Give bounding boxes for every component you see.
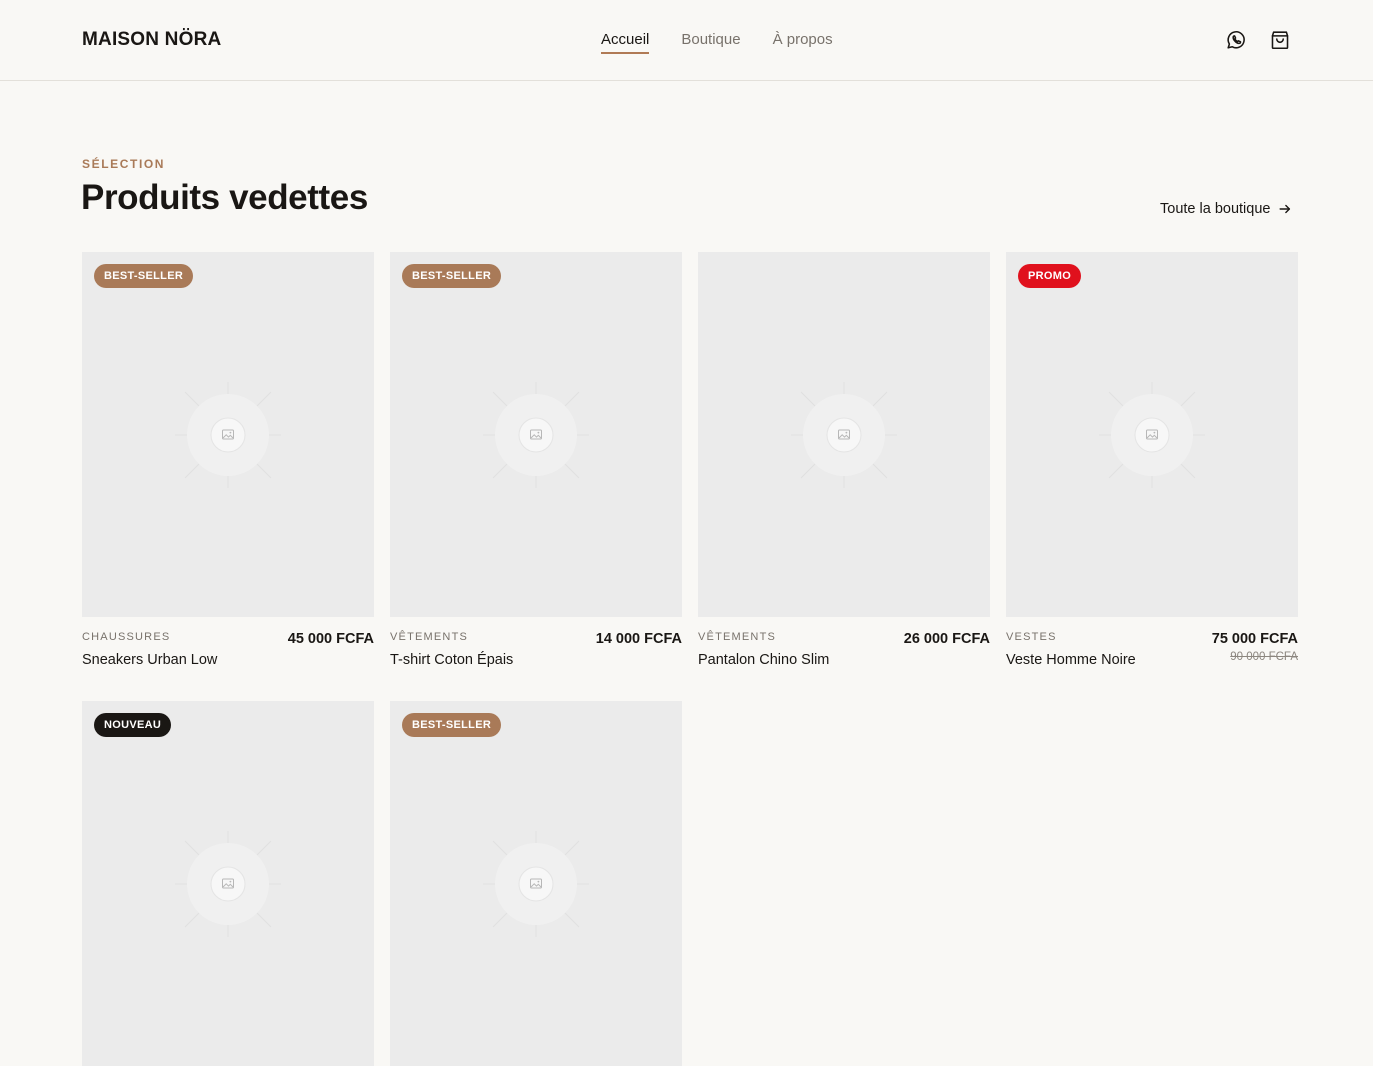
product-meta: VESTES Veste Homme Noire 75 000 FCFA 90 0…: [1006, 617, 1298, 677]
product-card[interactable]: BEST-SELLER VÊTEMENTS T-shirt Coton Épai…: [390, 252, 682, 677]
nav-item-accueil[interactable]: Accueil: [601, 31, 650, 54]
arrow-right-icon: [1278, 202, 1292, 216]
section-eyebrow: SÉLECTION: [82, 157, 166, 171]
image-placeholder-icon: [791, 382, 897, 488]
product-card[interactable]: VÊTEMENTS Pantalon Chino Slim 26 000 FCF…: [698, 252, 990, 677]
product-name[interactable]: T-shirt Coton Épais: [390, 652, 513, 668]
product-category: VÊTEMENTS: [698, 631, 777, 643]
product-badge: BEST-SELLER: [402, 713, 502, 737]
product-price: 75 000 FCFA: [1211, 631, 1298, 647]
product-image[interactable]: [698, 252, 990, 617]
product-image[interactable]: PROMO: [1006, 252, 1298, 617]
product-badge: BEST-SELLER: [402, 264, 502, 288]
site-header: MAISON NÖRA Accueil Boutique À propos: [0, 0, 1373, 81]
product-card[interactable]: NOUVEAU: [82, 701, 374, 1066]
product-name[interactable]: Pantalon Chino Slim: [698, 652, 829, 668]
product-image[interactable]: BEST-SELLER: [390, 252, 682, 617]
whatsapp-icon[interactable]: [1225, 29, 1247, 51]
product-price: 14 000 FCFA: [595, 631, 682, 647]
product-badge: PROMO: [1018, 264, 1082, 288]
see-all-link[interactable]: Toute la boutique: [1160, 201, 1292, 217]
image-placeholder-icon: [483, 831, 589, 937]
product-meta: VÊTEMENTS Pantalon Chino Slim 26 000 FCF…: [698, 617, 990, 677]
image-placeholder-icon: [175, 382, 281, 488]
product-old-price: 90 000 FCFA: [1230, 651, 1298, 663]
product-image[interactable]: NOUVEAU: [82, 701, 374, 1066]
see-all-label: Toute la boutique: [1160, 201, 1271, 217]
image-placeholder-icon: [1099, 382, 1205, 488]
product-category: CHAUSSURES: [82, 631, 171, 643]
image-placeholder-icon: [175, 831, 281, 937]
product-card[interactable]: BEST-SELLER: [390, 701, 682, 1066]
product-badge: BEST-SELLER: [94, 264, 194, 288]
section-title: Produits vedettes: [81, 178, 368, 217]
product-meta: VÊTEMENTS T-shirt Coton Épais 14 000 FCF…: [390, 617, 682, 677]
product-image[interactable]: BEST-SELLER: [82, 252, 374, 617]
product-name[interactable]: Veste Homme Noire: [1006, 652, 1136, 668]
product-price: 45 000 FCFA: [287, 631, 374, 647]
product-meta: CHAUSSURES Sneakers Urban Low 45 000 FCF…: [82, 617, 374, 677]
image-placeholder-icon: [483, 382, 589, 488]
brand-logo[interactable]: MAISON NÖRA: [82, 29, 221, 51]
main-nav: Accueil Boutique À propos: [601, 31, 833, 54]
nav-item-boutique[interactable]: Boutique: [681, 31, 740, 54]
product-category: VÊTEMENTS: [390, 631, 469, 643]
product-badge: NOUVEAU: [94, 713, 172, 737]
nav-item-a-propos[interactable]: À propos: [773, 31, 833, 54]
product-name[interactable]: Sneakers Urban Low: [82, 652, 217, 668]
product-image[interactable]: BEST-SELLER: [390, 701, 682, 1066]
shopping-bag-icon[interactable]: [1269, 29, 1291, 51]
product-card[interactable]: PROMO VESTES Veste Homme Noire 75 000 FC…: [1006, 252, 1298, 677]
product-card[interactable]: BEST-SELLER CHAUSSURES Sneakers Urban Lo…: [82, 252, 374, 677]
product-category: VESTES: [1006, 631, 1057, 643]
product-price: 26 000 FCFA: [903, 631, 990, 647]
